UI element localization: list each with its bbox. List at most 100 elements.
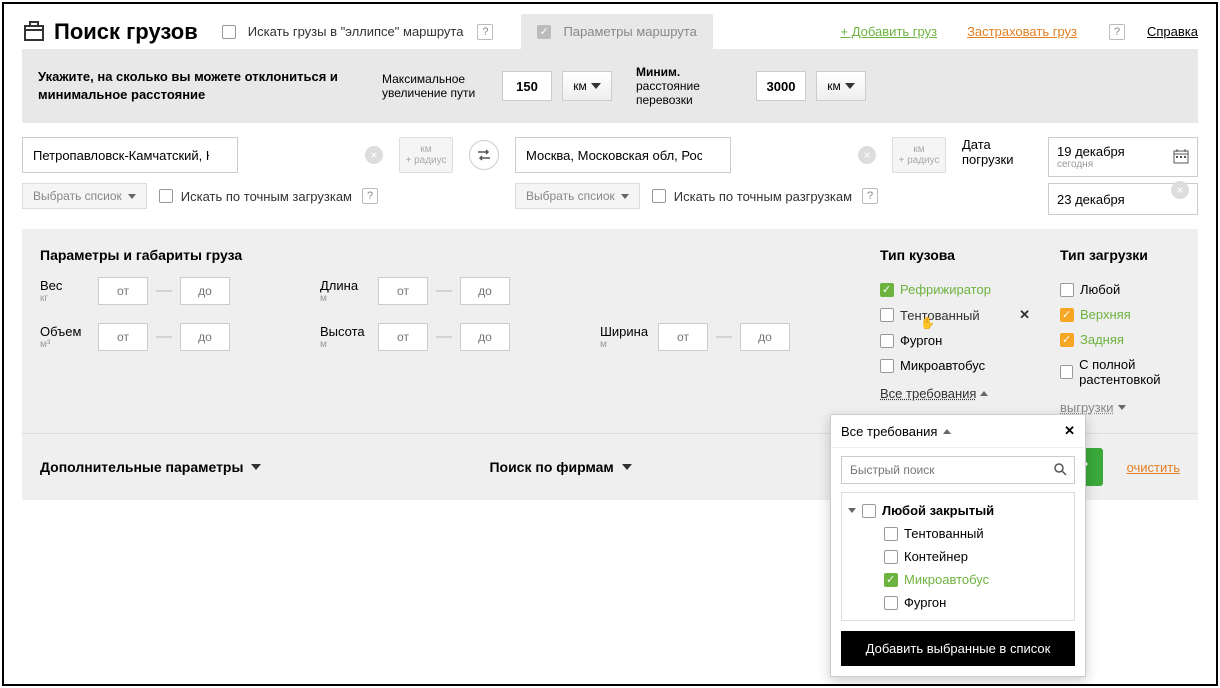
clear-date-icon[interactable]: × [1171,181,1189,199]
load-type-item[interactable]: Любой [1060,277,1210,302]
search-by-firms-toggle[interactable]: Поиск по фирмам [489,459,631,475]
clear-to-icon[interactable]: × [858,146,876,164]
dropdown-title: Все требования [841,424,937,439]
route-params-label: Параметры маршрута [563,24,696,39]
checkbox[interactable] [884,596,898,610]
body-type-item[interactable]: Микроавтобус [880,353,1030,378]
width-to-input[interactable] [740,323,790,351]
date-from-sub: сегодня [1057,159,1125,170]
tree-child-item[interactable]: Фургон [848,591,1068,614]
height-from-input[interactable] [378,323,428,351]
weight-from-input[interactable] [98,277,148,305]
exact-load-label: Искать по точным загрузкам [181,189,352,204]
tree-child-item[interactable]: Микроавтобус [848,568,1068,591]
locations-row: × км+ радиус Выбрать спсиок Искать по то… [4,123,1216,229]
load-type-column: Тип загрузки Любой Верхняя Задняя С полн… [1060,247,1210,415]
params-section: Параметры и габариты груза Вескг — Длина… [22,229,1198,433]
loading-date-label: Дата погрузки [962,137,1032,167]
tree-child-item[interactable]: Контейнер [848,545,1068,568]
body-type-item[interactable]: Рефрижиратор [880,277,1030,302]
tree-parent-item[interactable]: Любой закрытый [848,499,1068,522]
checkbox[interactable] [862,504,876,518]
dropdown-search-input[interactable] [841,456,1075,484]
weight-to-input[interactable] [180,277,230,305]
swap-button[interactable] [469,140,499,170]
chevron-down-icon [128,194,136,199]
volume-field: Объемм³ — [40,323,300,351]
from-radius-button[interactable]: км+ радиус [399,137,453,173]
load-type-item[interactable]: С полной растентовкой [1060,352,1210,392]
exact-unload-label: Искать по точным разгрузкам [674,189,852,204]
checkbox[interactable] [1060,283,1074,297]
help-icon-2[interactable]: ? [1109,24,1125,40]
length-to-input[interactable] [460,277,510,305]
checkbox[interactable] [880,334,894,348]
min-distance-input[interactable] [756,71,806,101]
remove-icon[interactable]: ✕ [1019,307,1030,323]
load-type-title: Тип загрузки [1060,247,1210,263]
route-params-tab[interactable]: Параметры маршрута [521,14,712,49]
help-icon[interactable]: ? [362,188,378,204]
load-type-item[interactable]: Задняя [1060,327,1210,352]
body-type-item[interactable]: Тентованный✕✋ [880,302,1030,328]
checkbox[interactable] [880,308,894,322]
exact-unload-checkbox[interactable] [652,189,666,203]
body-type-title: Тип кузова [880,247,1030,263]
volume-to-input[interactable] [180,323,230,351]
ellipse-checkbox[interactable] [222,25,236,39]
checkbox[interactable] [884,550,898,564]
unload-link[interactable]: выгрузки [1060,400,1210,415]
search-icon [1053,462,1067,481]
chevron-down-icon [591,83,601,89]
height-to-input[interactable] [460,323,510,351]
load-type-item[interactable]: Верхняя [1060,302,1210,327]
height-field: Высотам — [320,323,580,351]
add-cargo-link[interactable]: + Добавить груз [841,24,938,39]
checkbox[interactable] [1060,333,1074,347]
max-increase-input[interactable] [502,71,552,101]
help-link[interactable]: Справка [1147,24,1198,39]
exact-load-checkbox[interactable] [159,189,173,203]
checkbox[interactable] [880,283,894,297]
width-field: Ширинам — [600,323,860,351]
date-to-box[interactable]: 23 декабря × [1048,183,1198,215]
to-input[interactable] [515,137,731,173]
length-from-input[interactable] [378,277,428,305]
date-from-value: 19 декабря [1057,144,1125,159]
close-icon[interactable]: ✕ [1064,423,1075,439]
checkbox[interactable] [884,573,898,587]
checkbox[interactable] [880,359,894,373]
date-from-box[interactable]: 19 декабрясегодня [1048,137,1198,177]
min-unit-select[interactable]: км [816,71,866,101]
max-unit-select[interactable]: км [562,71,612,101]
from-select-list[interactable]: Выбрать спсиок [22,183,147,209]
length-field: Длинам — [320,277,580,305]
chevron-up-icon [943,429,951,434]
insure-cargo-link[interactable]: Застраховать груз [967,24,1077,39]
chevron-down-icon [622,464,632,470]
volume-from-input[interactable] [98,323,148,351]
checkbox[interactable] [1060,365,1073,379]
help-icon[interactable]: ? [477,24,493,40]
help-icon[interactable]: ? [862,188,878,204]
from-input[interactable] [22,137,238,173]
date-to-value: 23 декабря [1057,192,1125,207]
all-requirements-link[interactable]: Все требования [880,386,1030,401]
chevron-down-icon [845,83,855,89]
extra-params-toggle[interactable]: Дополнительные параметры [40,459,261,475]
width-from-input[interactable] [658,323,708,351]
chevron-down-icon [1118,405,1126,410]
tree-child-item[interactable]: Тентованный [848,522,1068,545]
dropdown-tree[interactable]: Любой закрытый Тентованный Контейнер Мик… [841,492,1075,621]
requirements-dropdown: Все требования ✕ Любой закрытый Тентован… [830,414,1086,677]
checkbox[interactable] [1060,308,1074,322]
dropdown-add-button[interactable]: Добавить выбранные в список [841,631,1075,666]
to-select-list[interactable]: Выбрать спсиок [515,183,640,209]
ellipse-label: Искать грузы в "эллипсе" маршрута [248,24,464,39]
to-radius-button[interactable]: км+ радиус [892,137,946,173]
checkbox[interactable] [884,527,898,541]
body-type-item[interactable]: Фургон [880,328,1030,353]
clear-link[interactable]: очистить [1127,460,1180,475]
body-type-column: Тип кузова Рефрижиратор Тентованный✕✋ Фу… [880,247,1030,415]
clear-from-icon[interactable]: × [365,146,383,164]
